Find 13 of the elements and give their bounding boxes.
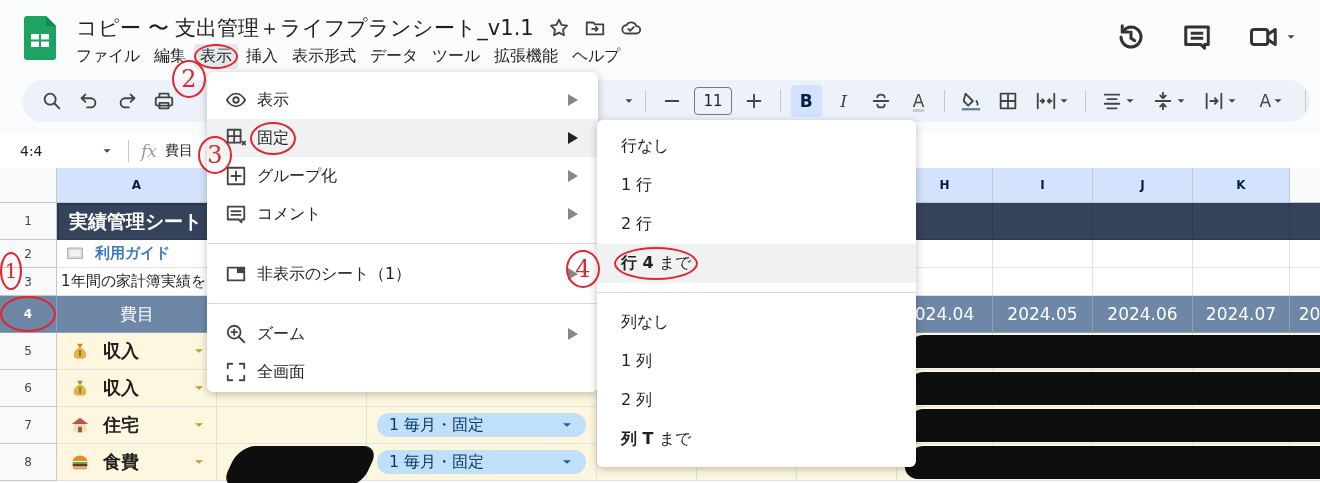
- annotation-number: 4: [566, 250, 600, 288]
- annotation-number: 3: [198, 136, 232, 174]
- description-text: 1年間の家計簿実績を: [61, 272, 206, 291]
- month-header-cell: 2024.05: [993, 296, 1093, 333]
- category-label: 食費: [103, 450, 139, 474]
- annotation-number: 1: [0, 252, 22, 290]
- month-header-cell: 20: [1290, 296, 1320, 333]
- category-label: 収入: [103, 376, 139, 400]
- function-label: fx: [141, 141, 157, 161]
- month-header-cell: 2024.06: [1093, 296, 1193, 333]
- category-label: 収入: [103, 339, 139, 363]
- month-header-cell: 2024.07: [1193, 296, 1290, 333]
- category-label: 住宅: [103, 413, 139, 437]
